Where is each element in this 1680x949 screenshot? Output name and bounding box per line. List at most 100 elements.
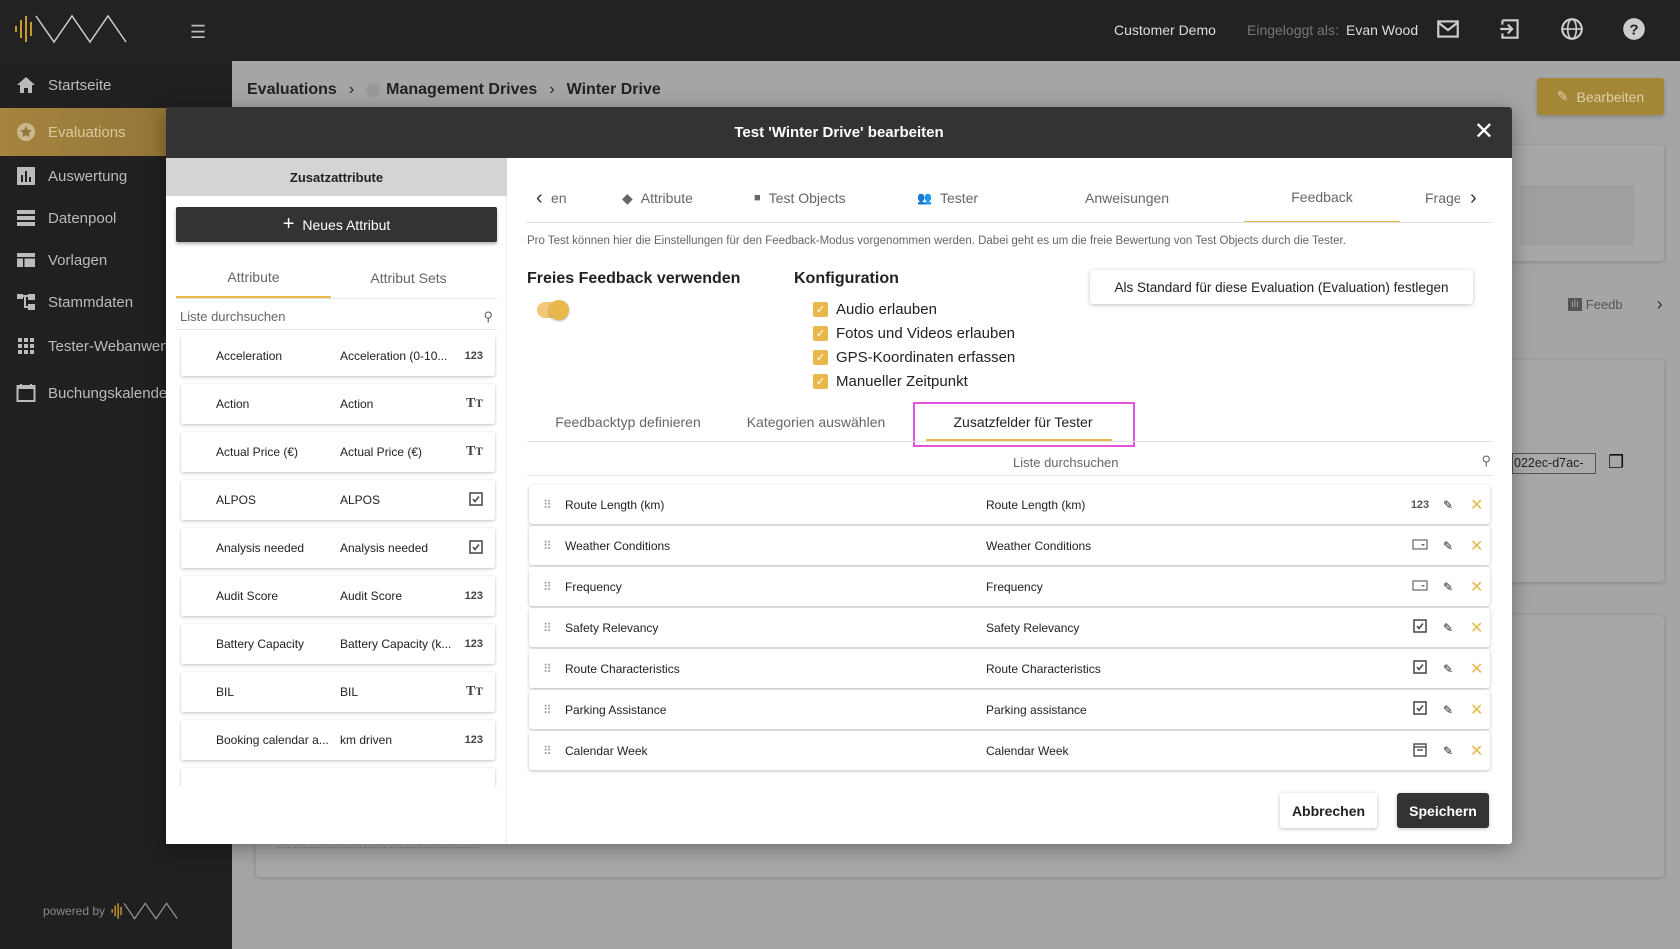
attribute-row[interactable]: Acceleration Acceleration (0-10... 123 [181, 336, 495, 376]
attribute-row[interactable]: Booking calendar a... km driven 123 [181, 720, 495, 760]
new-attribute-label: Neues Attribut [302, 216, 391, 233]
tab-fragen[interactable]: Frage [1425, 173, 1460, 223]
bar-chart-icon: ılı [1568, 298, 1582, 311]
tab-attribut-sets[interactable]: Attribut Sets [331, 258, 486, 298]
database-icon [17, 210, 35, 226]
tab-bar: en ◆ Attribute ■ Test Objects 👥 Tester Anwe… [507, 173, 1512, 223]
pencil-icon[interactable]: ✎ [1443, 662, 1453, 676]
sidebar-item-label: Buchungskalender [48, 384, 173, 402]
sidebar-item-label: Evaluations [48, 123, 126, 141]
photos-videos-checkbox[interactable]: ✓ Fotos und Videos erlauben [813, 325, 1015, 342]
subtab-kategorien[interactable]: Kategorien auswählen [726, 403, 906, 441]
cancel-button[interactable]: Abbrechen [1280, 793, 1377, 828]
calendar-icon [16, 384, 36, 402]
drag-handle-icon[interactable]: ⠿ [543, 580, 552, 594]
delete-icon[interactable]: ✕ [1470, 577, 1483, 597]
collapse-menu-icon[interactable]: ☰ [190, 22, 206, 43]
tab-anweisungen[interactable]: Anweisungen [1085, 173, 1169, 223]
delete-icon[interactable]: ✕ [1470, 741, 1483, 761]
sidebar-item-label: Startseite [48, 76, 112, 94]
field-label: Safety Relevancy [986, 620, 1080, 635]
set-default-button[interactable]: Als Standard für diese Evaluation (Evalu… [1090, 270, 1473, 304]
audio-checkbox[interactable]: ✓ Audio erlauben [813, 301, 937, 318]
delete-icon[interactable]: ✕ [1470, 700, 1483, 720]
logo [15, 14, 127, 44]
breadcrumb-management-drives[interactable]: Management Drives [386, 81, 537, 99]
sidebar-item-label: Stammdaten [48, 293, 134, 311]
sidebar-item-startseite[interactable]: Startseite [0, 63, 232, 107]
attribute-row[interactable]: Actual Price (€) Actual Price (€) TT [181, 432, 495, 472]
manual-time-checkbox[interactable]: ✓ Manueller Zeitpunkt [813, 373, 968, 390]
pencil-icon[interactable]: ✎ [1443, 580, 1453, 594]
bar-chart-icon [17, 167, 35, 185]
pencil-icon[interactable]: ✎ [1443, 703, 1453, 717]
number-type-icon: 123 [464, 638, 483, 650]
tester-field-row: ⠿ Parking Assistance Parking assistance ✎ ✕ [529, 690, 1490, 729]
tab-partial[interactable]: en [551, 173, 591, 223]
tester-field-row: ⠿ Route Length (km) Route Length (km) 123 ✎ ✕ [529, 485, 1490, 524]
id-field[interactable]: 022ec-d7ac- [1512, 453, 1596, 474]
status-dot [366, 83, 381, 97]
tab-label: Feedback [1291, 189, 1353, 205]
attribute-row[interactable] [181, 768, 495, 786]
gps-checkbox[interactable]: ✓ GPS-Koordinaten erfassen [813, 349, 1015, 366]
pencil-icon[interactable]: ✎ [1443, 498, 1453, 512]
attribute-row[interactable]: Battery Capacity Battery Capacity (k... 12… [181, 624, 495, 664]
mail-icon[interactable] [1435, 16, 1461, 42]
attribute-row[interactable]: Audit Score Audit Score 123 [181, 576, 495, 616]
attribute-row[interactable]: ALPOS ALPOS [181, 480, 495, 520]
attribute-row[interactable]: BIL BIL TT [181, 672, 495, 712]
tab-attribute[interactable]: Attribute [176, 258, 331, 298]
checkbox-type-icon [1409, 660, 1431, 677]
pencil-icon[interactable]: ✎ [1443, 621, 1453, 635]
drag-handle-icon[interactable]: ⠿ [543, 662, 552, 676]
delete-icon[interactable]: ✕ [1470, 659, 1483, 679]
field-search-input[interactable]: Liste durchsuchen ⚲ [527, 450, 1493, 476]
help-icon[interactable]: ? [1621, 16, 1647, 42]
config-title: Konfiguration [794, 270, 899, 287]
new-attribute-button[interactable]: + Neues Attribut [176, 207, 497, 242]
subtab-feedbacktyp[interactable]: Feedbacktyp definieren [538, 403, 718, 441]
drag-handle-icon[interactable]: ⠿ [543, 744, 552, 758]
logout-icon[interactable] [1497, 16, 1523, 42]
attribute-row[interactable]: Action Action TT [181, 384, 495, 424]
tab-feedback[interactable]: Feedback [1244, 173, 1400, 223]
field-label: Route Characteristics [986, 661, 1101, 676]
globe-icon[interactable] [1559, 16, 1585, 42]
pencil-icon[interactable]: ✎ [1443, 539, 1453, 553]
search-icon[interactable]: ⚲ [1481, 453, 1491, 469]
free-feedback-toggle[interactable] [537, 300, 569, 320]
drag-handle-icon[interactable]: ⠿ [543, 498, 552, 512]
tester-field-row: ⠿ Route Characteristics Route Characterist… [529, 649, 1490, 688]
close-icon[interactable]: ✕ [1474, 120, 1494, 144]
checkbox-type-icon [1409, 619, 1431, 636]
customer-name[interactable]: Customer Demo [1114, 22, 1216, 38]
delete-icon[interactable]: ✕ [1470, 495, 1483, 515]
text-type-icon: TT [465, 396, 483, 411]
tab-test-objects[interactable]: ■ Test Objects [754, 173, 846, 223]
copy-icon[interactable]: ❐ [1608, 452, 1624, 473]
breadcrumb-evaluations[interactable]: Evaluations [247, 81, 337, 99]
drag-handle-icon[interactable]: ⠿ [543, 539, 552, 553]
attribute-row[interactable]: Analysis needed Analysis needed [181, 528, 495, 568]
search-icon[interactable]: ⚲ [483, 309, 493, 325]
tab-tester[interactable]: 👥 Tester [917, 173, 978, 223]
field-name: Calendar Week [565, 743, 648, 758]
attribute-label: km driven [340, 733, 393, 747]
pencil-icon[interactable]: ✎ [1443, 744, 1453, 758]
attribute-search-input[interactable]: Liste durchsuchen ⚲ [176, 304, 497, 330]
tab-label: Frage [1425, 190, 1460, 206]
delete-icon[interactable]: ✕ [1470, 536, 1483, 556]
tab-attribute[interactable]: ◆ Attribute [622, 173, 693, 223]
drag-handle-icon[interactable]: ⠿ [543, 621, 552, 635]
edit-button[interactable]: ✎ Bearbeiten [1537, 78, 1664, 115]
attribute-label: Analysis needed [340, 541, 429, 555]
drag-handle-icon[interactable]: ⠿ [543, 703, 552, 717]
tester-field-row: ⠿ Weather Conditions Weather Conditions ✎ ✕ [529, 526, 1490, 565]
tab-label: Anweisungen [1085, 190, 1170, 206]
attribute-name: Analysis needed [216, 541, 305, 555]
save-button[interactable]: Speichern [1397, 793, 1489, 828]
attribute-name: Acceleration [216, 349, 283, 363]
delete-icon[interactable]: ✕ [1470, 618, 1483, 638]
feedback-description: Pro Test können hier die Einstellungen f… [527, 235, 1346, 247]
